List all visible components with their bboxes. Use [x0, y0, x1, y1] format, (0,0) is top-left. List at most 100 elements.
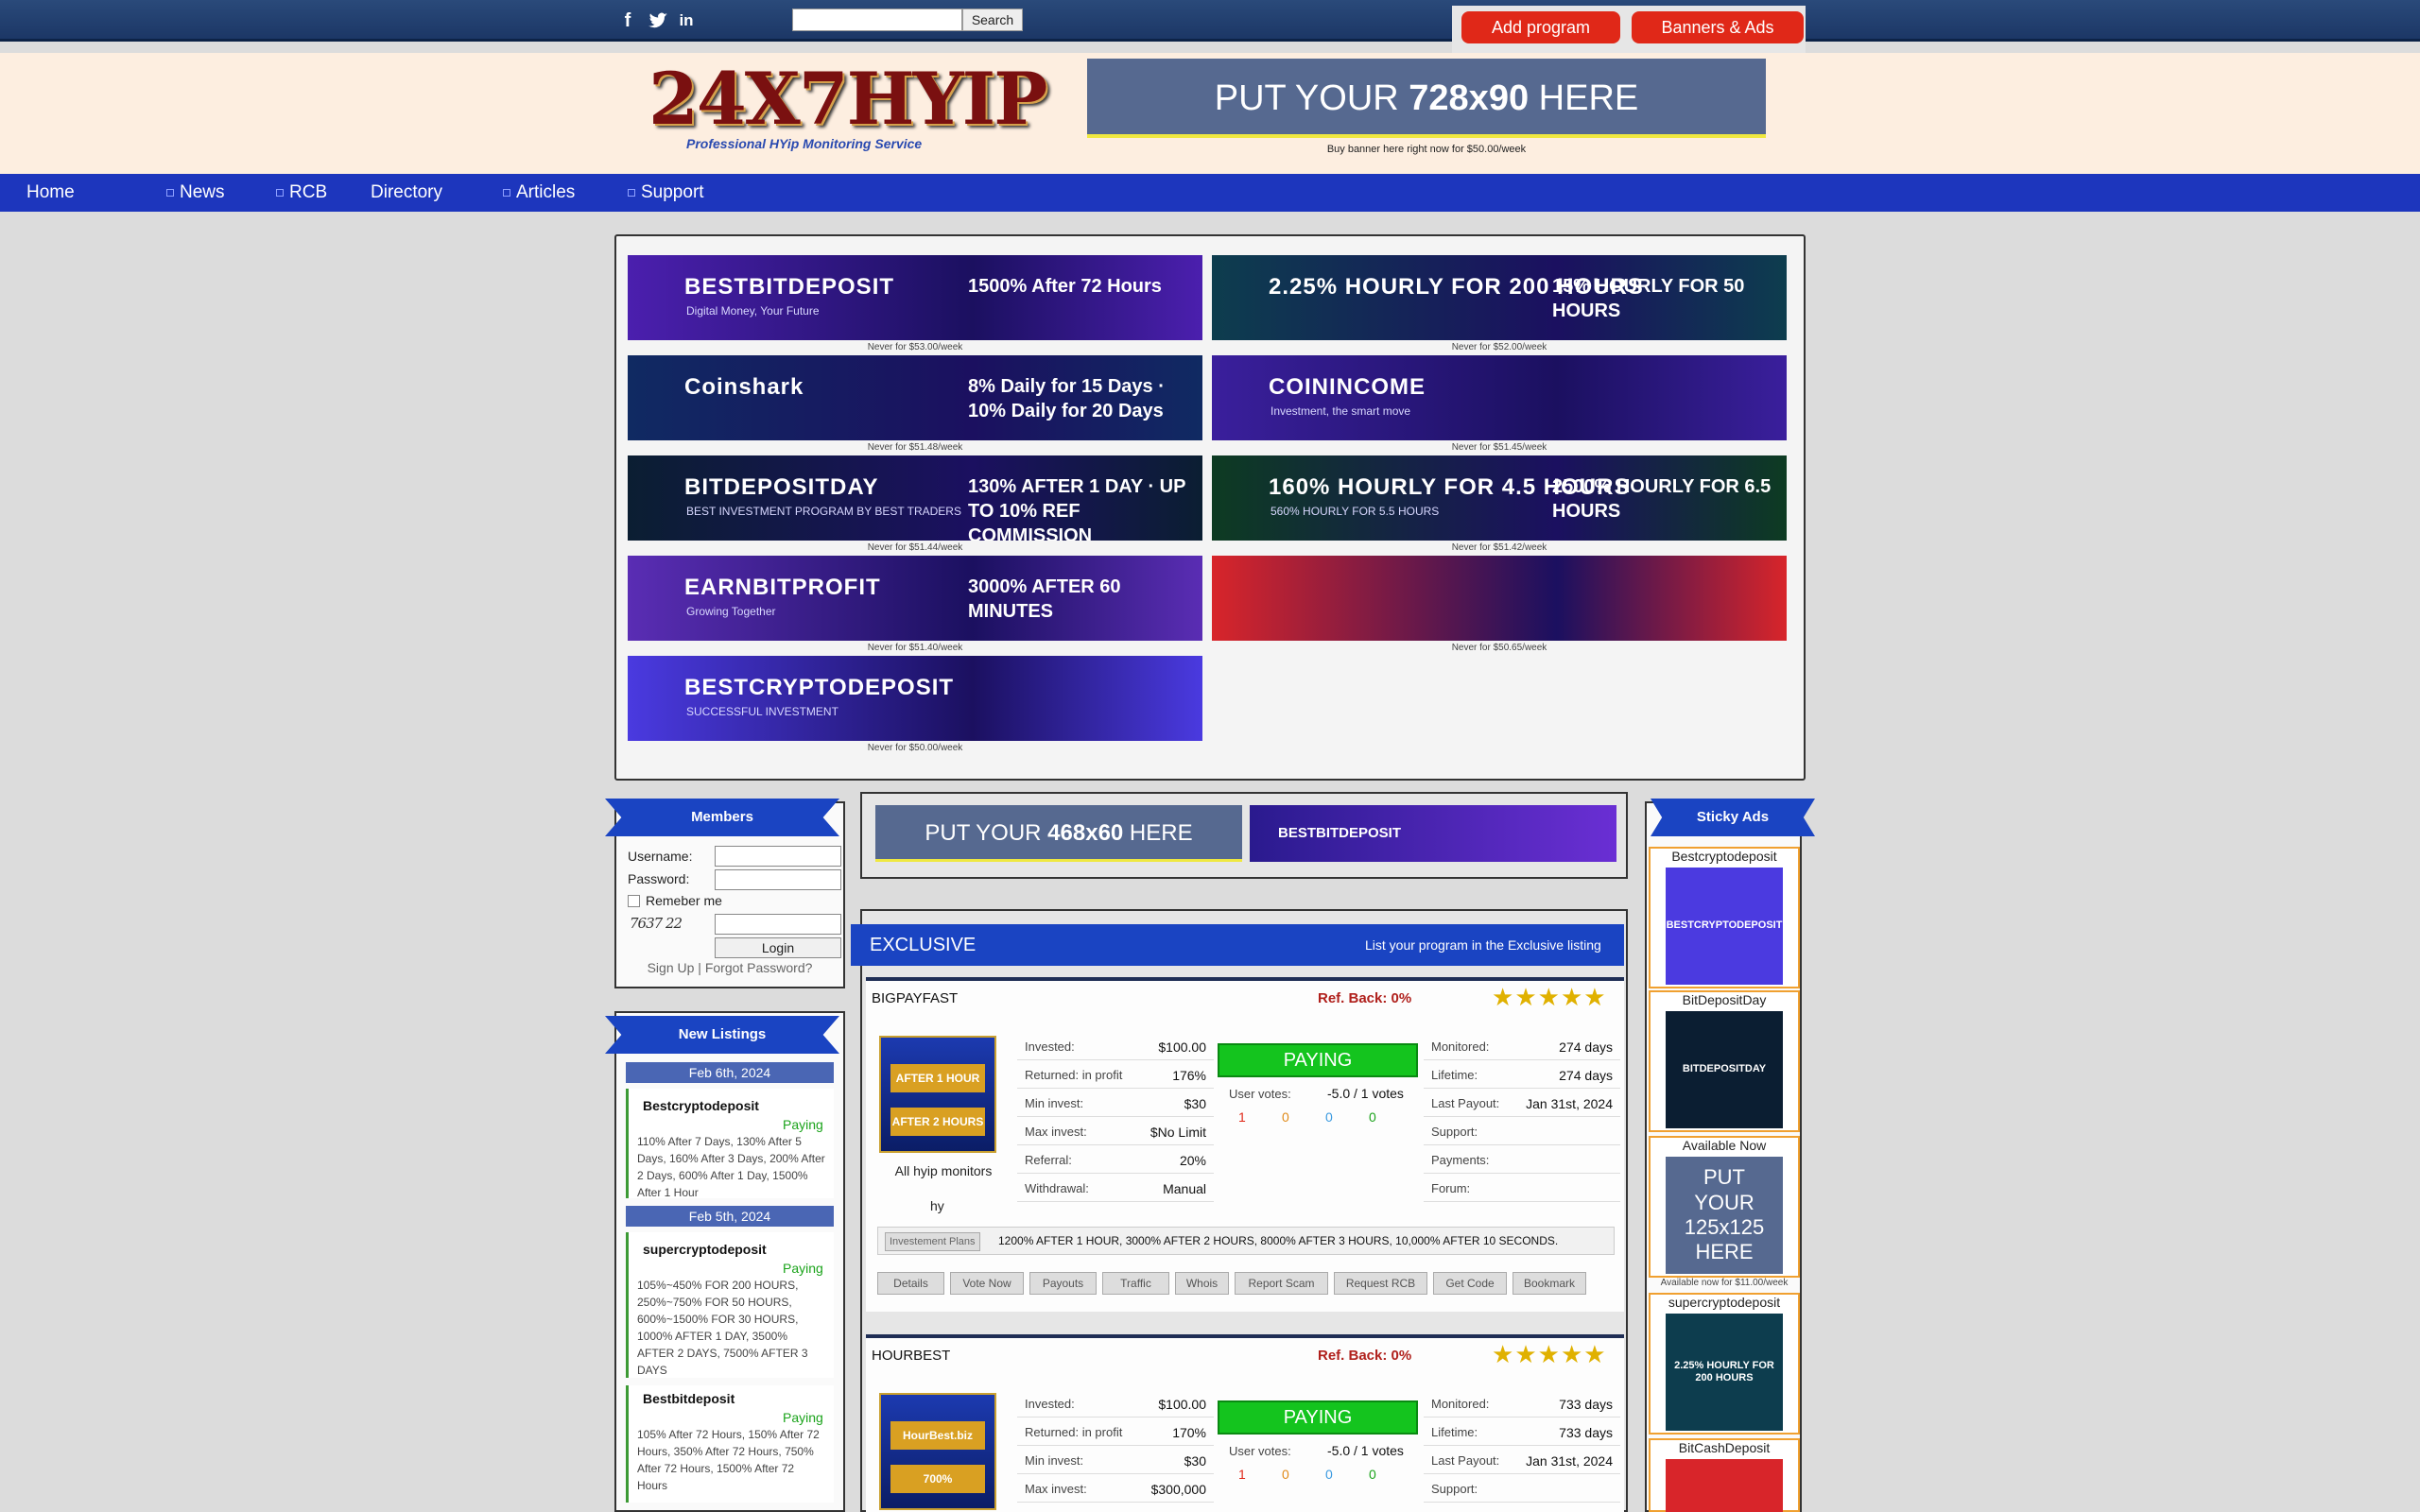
- nav-home[interactable]: Home: [26, 174, 75, 212]
- nav-articles[interactable]: Articles: [503, 174, 575, 212]
- sticky-ad-caption[interactable]: Available now for $11.00/week: [1649, 1278, 1800, 1288]
- nav-rcb[interactable]: RCB: [276, 174, 327, 212]
- signup-link[interactable]: Sign Up: [648, 960, 695, 975]
- stat-row: Support:: [1424, 1119, 1620, 1145]
- add-program-button[interactable]: Add program: [1461, 11, 1620, 43]
- vote-count[interactable]: 0: [1282, 1467, 1289, 1482]
- username-input[interactable]: [715, 846, 841, 867]
- sticky-ad-name[interactable]: BitCashDeposit: [1649, 1440, 1800, 1455]
- sponsored-banner[interactable]: 2.25% HOURLY FOR 200 HOURS 15% HOURLY FOR…: [1212, 255, 1787, 340]
- vote-count[interactable]: 0: [1369, 1467, 1376, 1482]
- banner-price-caption[interactable]: Never for $51.42/week: [1212, 542, 1787, 553]
- banner-price-caption[interactable]: Never for $50.65/week: [1212, 643, 1787, 653]
- top-bar: [0, 0, 2420, 42]
- vote-count[interactable]: 0: [1282, 1109, 1289, 1125]
- nav-news[interactable]: News: [166, 174, 225, 212]
- search-input[interactable]: [792, 9, 962, 31]
- banner-price-caption[interactable]: Never for $51.40/week: [628, 643, 1202, 653]
- banner-price-caption[interactable]: Never for $50.00/week: [628, 743, 1202, 753]
- sticky-ad-name[interactable]: supercryptodeposit: [1649, 1295, 1800, 1310]
- program-name[interactable]: HOURBEST: [872, 1348, 950, 1364]
- action-button-get-code[interactable]: Get Code: [1433, 1272, 1507, 1295]
- sponsored-banner[interactable]: Coinshark 8% Daily for 15 Days · 10% Dail…: [628, 355, 1202, 440]
- facebook-icon[interactable]: f: [616, 9, 639, 32]
- star-icon: ★: [1514, 983, 1538, 1011]
- banners-ads-button[interactable]: Banners & Ads: [1632, 11, 1804, 43]
- stat-row: Last Payout: Jan 31st, 2024: [1424, 1091, 1620, 1117]
- vote-count[interactable]: 1: [1238, 1467, 1246, 1482]
- listing-name[interactable]: supercryptodeposit: [643, 1242, 767, 1257]
- linkedin-icon[interactable]: in: [675, 9, 698, 32]
- stat-label: Invested:: [1025, 1040, 1075, 1054]
- program-name[interactable]: BIGPAYFAST: [872, 990, 958, 1006]
- sticky-ad-name[interactable]: Bestcryptodeposit: [1649, 849, 1800, 864]
- banner-subtitle: Investment, the smart move: [1270, 404, 1411, 418]
- banner-price-caption[interactable]: Never for $52.00/week: [1212, 342, 1787, 352]
- logo-tagline: Professional HYip Monitoring Service: [686, 136, 923, 151]
- stat-value: 170%: [1172, 1425, 1206, 1440]
- banner-buy-text[interactable]: Buy banner here right now for $50.00/wee…: [1087, 144, 1766, 155]
- sponsored-banner[interactable]: BITDEPOSITDAY BEST INVESTMENT PROGRAM BY …: [628, 455, 1202, 541]
- action-button-bookmark[interactable]: Bookmark: [1512, 1272, 1586, 1295]
- sticky-ad-image[interactable]: 2.25% HOURLY FOR 200 HOURS: [1666, 1314, 1783, 1431]
- stat-row: Min invest: $30: [1017, 1448, 1214, 1474]
- sticky-ad-name[interactable]: BitDepositDay: [1649, 992, 1800, 1007]
- stat-label: Last Payout:: [1431, 1096, 1500, 1110]
- banner-promo: 3000% AFTER 60 MINUTES: [968, 576, 1121, 622]
- banner-title: COININCOME: [1269, 374, 1426, 400]
- vote-count[interactable]: 0: [1369, 1109, 1376, 1125]
- banner-price-caption[interactable]: Never for $51.48/week: [628, 442, 1202, 453]
- forgot-link[interactable]: Forgot Password?: [705, 960, 813, 975]
- sticky-ad-image[interactable]: PUT YOUR 125x125 HERE: [1666, 1157, 1783, 1274]
- sponsored-banner[interactable]: COININCOME Investment, the smart move: [1212, 355, 1787, 440]
- password-input[interactable]: [715, 869, 841, 890]
- banner-468-ad[interactable]: BESTBITDEPOSIT: [1250, 805, 1616, 862]
- login-button[interactable]: Login: [715, 937, 841, 958]
- listing-status: Paying: [783, 1410, 823, 1425]
- vote-count[interactable]: 1: [1238, 1109, 1246, 1125]
- banner-price-caption[interactable]: Never for $51.44/week: [628, 542, 1202, 553]
- action-button-details[interactable]: Details: [877, 1272, 944, 1295]
- sponsored-banner[interactable]: [1212, 556, 1787, 641]
- exclusive-link[interactable]: List your program in the Exclusive listi…: [1365, 937, 1601, 953]
- sponsored-banner[interactable]: BESTCRYPTODEPOSIT SUCCESSFUL INVESTMENT: [628, 656, 1202, 741]
- sticky-ad-image[interactable]: BESTCRYPTODEPOSIT: [1666, 868, 1783, 985]
- stat-label: Max invest:: [1025, 1482, 1087, 1496]
- monitors-link-2[interactable]: hy: [930, 1198, 944, 1213]
- action-button-report-scam[interactable]: Report Scam: [1235, 1272, 1328, 1295]
- program-thumbnail[interactable]: AFTER 1 HOUR AFTER 2 HOURS: [879, 1036, 996, 1153]
- sticky-ad-image[interactable]: [1666, 1459, 1783, 1512]
- listing-date: Feb 6th, 2024: [626, 1062, 834, 1083]
- stat-row: Last Payout: Jan 31st, 2024: [1424, 1448, 1620, 1474]
- banner-468x60[interactable]: PUT YOUR 468x60 HERE: [875, 805, 1242, 862]
- action-button-vote-now[interactable]: Vote Now: [950, 1272, 1024, 1295]
- action-button-payouts[interactable]: Payouts: [1029, 1272, 1097, 1295]
- listing-name[interactable]: Bestbitdeposit: [643, 1391, 735, 1406]
- sticky-ad-name[interactable]: Available Now: [1649, 1138, 1800, 1153]
- remember-checkbox[interactable]: [628, 895, 640, 907]
- vote-count[interactable]: 0: [1325, 1109, 1333, 1125]
- captcha-input[interactable]: [715, 914, 841, 935]
- monitors-link[interactable]: All hyip monitors: [887, 1162, 1000, 1179]
- nav-support[interactable]: Support: [628, 174, 704, 212]
- twitter-icon[interactable]: [647, 9, 669, 32]
- banner-price-caption[interactable]: Never for $51.45/week: [1212, 442, 1787, 453]
- banner-title: BITDEPOSITDAY: [684, 474, 879, 500]
- sponsored-banner[interactable]: 160% HOURLY FOR 4.5 HOURS 560% HOURLY FOR…: [1212, 455, 1787, 541]
- members-title: Members: [605, 799, 839, 836]
- sponsored-banner[interactable]: BESTBITDEPOSIT Digital Money, Your Future…: [628, 255, 1202, 340]
- action-button-traffic[interactable]: Traffic: [1102, 1272, 1169, 1295]
- vote-count[interactable]: 0: [1325, 1467, 1333, 1482]
- nav-directory[interactable]: Directory: [371, 174, 442, 212]
- search-button[interactable]: Search: [962, 9, 1023, 31]
- sticky-ads-title: Sticky Ads: [1651, 799, 1815, 836]
- sponsored-banner[interactable]: EARNBITPROFIT Growing Together 3000% AFTER…: [628, 556, 1202, 641]
- sticky-ad-image[interactable]: BITDEPOSITDAY: [1666, 1011, 1783, 1128]
- stat-label: Support:: [1431, 1125, 1478, 1139]
- listing-name[interactable]: Bestcryptodeposit: [643, 1098, 759, 1113]
- action-button-request-rcb[interactable]: Request RCB: [1334, 1272, 1427, 1295]
- action-button-whois[interactable]: Whois: [1175, 1272, 1229, 1295]
- banner-price-caption[interactable]: Never for $53.00/week: [628, 342, 1202, 352]
- banner-728x90[interactable]: PUT YOUR 728x90 HERE: [1087, 59, 1766, 138]
- program-thumbnail[interactable]: HourBest.biz 700%: [879, 1393, 996, 1510]
